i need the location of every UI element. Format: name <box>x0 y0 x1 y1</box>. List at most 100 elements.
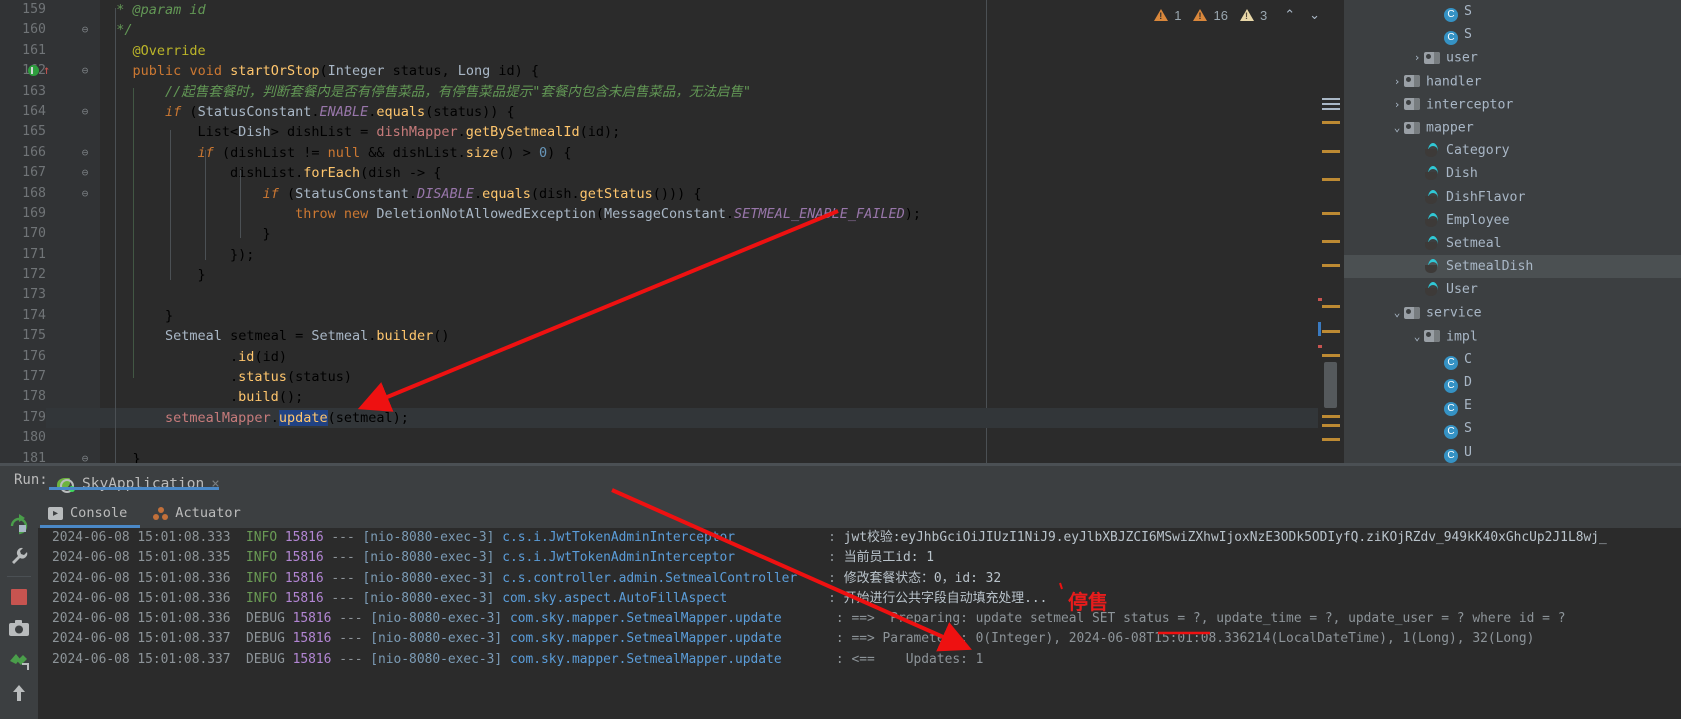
log-logger: com.sky.mapper.SetmealMapper.update <box>509 651 829 667</box>
tab-console[interactable]: ▸ Console <box>48 505 127 521</box>
code-fold-icon[interactable]: ⊖ <box>78 163 92 183</box>
class-icon: C <box>1444 355 1458 370</box>
tree-node-label: E <box>1464 398 1472 414</box>
run-subtab-bar <box>0 498 1681 528</box>
previous-problem-icon[interactable]: ⌃ <box>1279 7 1300 23</box>
tree-node[interactable]: CS <box>1344 23 1681 46</box>
tree-node[interactable]: ⌄ service <box>1344 301 1681 324</box>
warning-icon <box>1154 9 1169 21</box>
code-fold-icon[interactable]: ⊖ <box>78 61 92 81</box>
tree-node[interactable]: › interceptor <box>1344 93 1681 116</box>
tree-expander-icon[interactable]: › <box>1390 93 1404 116</box>
screenshot-button[interactable] <box>8 618 30 640</box>
run-side-toolbar[interactable] <box>0 498 38 719</box>
folder-icon <box>1424 51 1440 64</box>
tree-node[interactable]: ⌄ impl <box>1344 325 1681 348</box>
log-thread: [nio-8080-exec-3] <box>362 590 495 606</box>
log-timestamp: 2024-06-08 15:01:08.333 <box>52 530 231 545</box>
tab-actuator[interactable]: Actuator <box>153 505 241 521</box>
editor-scrollbar-thumb[interactable] <box>1324 362 1337 408</box>
tree-node[interactable]: CD <box>1344 371 1681 394</box>
log-level: INFO <box>246 590 278 606</box>
code-fold-icon[interactable]: ⊖ <box>78 102 92 122</box>
code-fold-icon[interactable]: ⊖ <box>78 184 92 204</box>
indent-guide <box>133 88 134 378</box>
scroll-up-button[interactable] <box>8 682 30 704</box>
tree-node[interactable]: SetmealDish <box>1344 255 1681 279</box>
java-file-icon <box>1424 235 1440 250</box>
editor-marker-strip[interactable] <box>1318 0 1344 466</box>
tree-node-label: handler <box>1426 74 1482 90</box>
log-message: 修改套餐状态：0，id: 32 <box>843 570 1002 586</box>
log-thread: [nio-8080-exec-3] <box>362 550 495 566</box>
typo-icon <box>1239 9 1254 21</box>
tree-expander-icon[interactable]: ⌄ <box>1410 325 1424 348</box>
tree-node[interactable]: › handler <box>1344 70 1681 93</box>
line-number: 160 <box>22 22 46 38</box>
tree-node[interactable]: Employee <box>1344 209 1681 232</box>
tree-node-label: mapper <box>1426 120 1474 136</box>
code-text: public void startOrStop(Integer status, … <box>132 63 539 80</box>
indent-guide <box>240 170 241 238</box>
java-file-icon <box>1424 259 1440 274</box>
code-text: if (StatusConstant.ENABLE.equals(status)… <box>165 103 515 120</box>
class-icon: C <box>1444 8 1458 22</box>
tree-expander-icon[interactable]: ⌄ <box>1390 116 1404 139</box>
run-toolwindow-header: Run: SkyApplication × <box>0 466 1681 498</box>
line-number: 178 <box>22 389 46 405</box>
code-text: } <box>100 226 271 243</box>
override-marker-icon[interactable]: ↑ <box>43 63 50 77</box>
indent-guide <box>115 8 116 463</box>
tree-node[interactable]: CE <box>1344 394 1681 417</box>
inspection-status-widget[interactable]: 1 16 3 ⌃ ⌄ <box>1154 4 1325 26</box>
console-tabs[interactable]: ▸ Console Actuator <box>38 498 241 528</box>
code-fold-icon[interactable]: ⊖ <box>78 20 92 40</box>
line-number: 179 <box>0 407 46 429</box>
log-pid: 15816 <box>284 590 324 606</box>
rerun-button[interactable] <box>8 513 30 535</box>
tree-node[interactable]: User <box>1344 278 1681 301</box>
tree-node-label: Setmeal <box>1446 235 1502 251</box>
tree-expander-icon[interactable]: › <box>1390 70 1404 93</box>
tree-node[interactable]: Dish <box>1344 162 1681 185</box>
log-level: DEBUG <box>246 651 285 667</box>
log-level: INFO <box>246 530 278 545</box>
code-fold-icon[interactable]: ⊖ <box>78 143 92 163</box>
code-text: dishList.forEach(dish -> { <box>100 165 442 182</box>
tree-node[interactable]: CC <box>1344 348 1681 371</box>
stop-button[interactable] <box>8 586 30 608</box>
log-thread: [nio-8080-exec-3] <box>370 611 503 627</box>
log-timestamp: 2024-06-08 15:01:08.336 <box>52 570 231 586</box>
tree-node[interactable]: Setmeal <box>1344 232 1681 255</box>
print-button[interactable] <box>8 650 30 672</box>
log-separator: --- <box>331 530 355 545</box>
code-text: if (StatusConstant.DISABLE.equals(dish.g… <box>262 185 702 202</box>
log-logger: c.s.i.JwtTokenAdminInterceptor <box>502 530 821 545</box>
java-file-icon <box>1424 282 1440 297</box>
next-problem-icon[interactable]: ⌄ <box>1304 7 1325 23</box>
line-number: 164 <box>22 103 46 119</box>
tree-node[interactable]: ⌄ mapper <box>1344 116 1681 139</box>
console-output[interactable]: 2024-06-08 15:01:08.333 INFO 15816 --- [… <box>38 528 1681 719</box>
log-pid: 15816 <box>284 570 324 586</box>
log-timestamp: 2024-06-08 15:01:08.336 <box>52 590 231 606</box>
annotation-label: 停售 <box>1068 590 1108 614</box>
tree-node[interactable]: Category <box>1344 139 1681 162</box>
settings-wrench-button[interactable] <box>8 546 30 568</box>
project-tree-panel[interactable]: C S C S › user › handler › interceptor ⌄ mapper Cate… <box>1344 0 1681 466</box>
inspection-menu-icon[interactable] <box>1322 98 1340 110</box>
run-configuration-tab[interactable]: SkyApplication × <box>57 470 220 498</box>
tree-node[interactable]: CS <box>1344 0 1681 23</box>
class-icon: C <box>1444 31 1458 46</box>
code-text: Setmeal setmeal = Setmeal.builder() <box>165 328 450 345</box>
log-separator: --- <box>331 550 355 566</box>
console-line: 2024-06-08 15:01:08.337 DEBUG 15816 --- … <box>52 651 984 667</box>
tree-node[interactable]: CS <box>1344 417 1681 440</box>
tree-expander-icon[interactable]: › <box>1410 46 1424 69</box>
tree-node[interactable]: › user <box>1344 46 1681 69</box>
tree-node[interactable]: DishFlavor <box>1344 186 1681 209</box>
tree-node-label: C <box>1464 351 1472 367</box>
tree-node[interactable]: CU <box>1344 441 1681 464</box>
tree-node-label: SetmealDish <box>1446 259 1534 275</box>
tree-expander-icon[interactable]: ⌄ <box>1390 301 1404 324</box>
